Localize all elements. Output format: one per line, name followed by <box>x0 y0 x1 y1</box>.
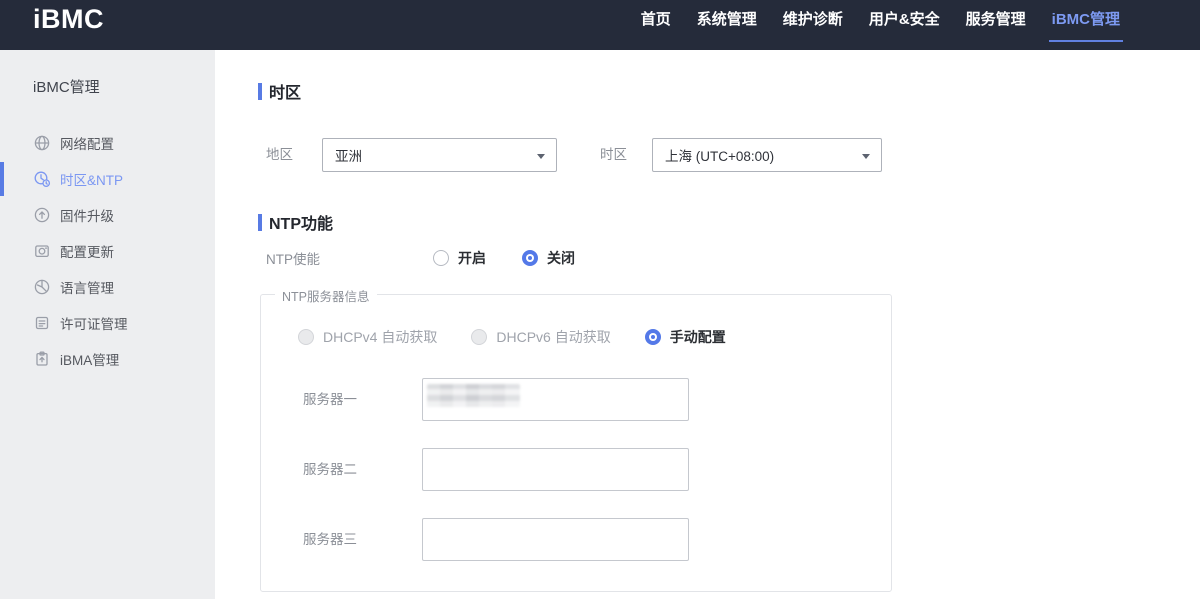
manual-config-radio[interactable] <box>645 329 661 345</box>
timezone-label: 时区 <box>600 138 627 172</box>
nav-item-user-security[interactable]: 用户&安全 <box>869 8 940 29</box>
sidebar: iBMC管理 网络配置 时区&NTP 固件升级 <box>0 50 215 599</box>
timezone-select[interactable]: 上海 (UTC+08:00) <box>652 138 882 172</box>
server-two-input[interactable] <box>422 448 689 491</box>
timezone-select-value: 上海 (UTC+08:00) <box>665 145 774 165</box>
sidebar-item-language-management[interactable]: 语言管理 <box>0 269 215 305</box>
timezone-clock-icon <box>33 170 51 188</box>
ntp-enable-row: NTP使能 开启 关闭 <box>266 248 575 268</box>
sidebar-item-config-update[interactable]: 配置更新 <box>0 233 215 269</box>
top-nav: 首页 系统管理 维护诊断 用户&安全 服务管理 iBMC管理 <box>641 8 1120 29</box>
dhcpv4-radio[interactable] <box>298 329 314 345</box>
nav-item-system[interactable]: 系统管理 <box>697 8 757 29</box>
nav-item-services[interactable]: 服务管理 <box>966 8 1026 29</box>
ntp-enable-on-label[interactable]: 开启 <box>458 248 486 268</box>
region-select[interactable]: 亚洲 <box>322 138 557 172</box>
license-document-icon <box>33 314 51 332</box>
dhcpv4-label: DHCPv4 自动获取 <box>323 327 437 347</box>
ntp-section-title: NTP功能 <box>258 210 333 234</box>
sidebar-item-label: 网络配置 <box>60 133 114 153</box>
region-select-value: 亚洲 <box>335 145 362 165</box>
sidebar-title: iBMC管理 <box>33 76 100 97</box>
sidebar-item-label: 时区&NTP <box>60 169 123 189</box>
sidebar-item-label: 配置更新 <box>60 241 114 261</box>
ntp-server-info-group: NTP服务器信息 DHCPv4 自动获取 DHCPv6 自动获取 手动配置 服务… <box>260 294 892 592</box>
ntp-enable-label: NTP使能 <box>266 248 433 268</box>
app-logo: iBMC <box>33 4 104 35</box>
ntp-server-mode-row: DHCPv4 自动获取 DHCPv6 自动获取 手动配置 <box>298 327 726 347</box>
chevron-down-icon <box>862 154 870 159</box>
sidebar-item-label: 固件升级 <box>60 205 114 225</box>
ntp-enable-off-radio[interactable] <box>522 250 538 266</box>
section-accent-bar <box>258 214 262 231</box>
sidebar-item-label: iBMA管理 <box>60 349 119 369</box>
main-content: 时区 地区 亚洲 时区 上海 (UTC+08:00) NTP功能 NTP使能 开… <box>215 50 1200 599</box>
ntp-server-info-legend: NTP服务器信息 <box>275 286 377 305</box>
dhcpv6-radio[interactable] <box>471 329 487 345</box>
globe-icon <box>33 134 51 152</box>
server-two-label: 服务器二 <box>303 448 357 491</box>
ntp-enable-off-label[interactable]: 关闭 <box>547 248 575 268</box>
sidebar-item-ibma-management[interactable]: iBMA管理 <box>0 341 215 377</box>
mode-dhcpv6: DHCPv6 自动获取 <box>471 327 610 347</box>
ntp-enable-on-radio[interactable] <box>433 250 449 266</box>
server-one-label: 服务器一 <box>303 378 357 421</box>
ibmc-page: iBMC 首页 系统管理 维护诊断 用户&安全 服务管理 iBMC管理 iBMC… <box>0 0 1200 599</box>
sidebar-item-label: 语言管理 <box>60 277 114 297</box>
server-two-row: 服务器二 <box>261 448 891 491</box>
server-three-row: 服务器三 <box>261 518 891 561</box>
chevron-down-icon <box>537 154 545 159</box>
server-one-input[interactable] <box>422 378 689 421</box>
clipboard-icon <box>33 350 51 368</box>
mode-manual: 手动配置 <box>645 327 726 347</box>
app-header: iBMC 首页 系统管理 维护诊断 用户&安全 服务管理 iBMC管理 <box>0 0 1200 50</box>
upload-circle-icon <box>33 206 51 224</box>
sidebar-item-label: 许可证管理 <box>60 313 128 333</box>
region-label: 地区 <box>266 138 293 172</box>
server-one-row: 服务器一 <box>261 378 891 421</box>
sidebar-item-network-config[interactable]: 网络配置 <box>0 125 215 161</box>
manual-config-label[interactable]: 手动配置 <box>670 327 726 347</box>
config-update-icon <box>33 242 51 260</box>
language-clock-icon <box>33 278 51 296</box>
sidebar-item-license-management[interactable]: 许可证管理 <box>0 305 215 341</box>
timezone-section-title: 时区 <box>258 79 301 103</box>
server-three-label: 服务器三 <box>303 518 357 561</box>
nav-item-ibmc-management[interactable]: iBMC管理 <box>1052 8 1120 29</box>
nav-item-maintenance[interactable]: 维护诊断 <box>783 8 843 29</box>
section-accent-bar <box>258 83 262 100</box>
sidebar-item-firmware-upgrade[interactable]: 固件升级 <box>0 197 215 233</box>
nav-item-home[interactable]: 首页 <box>641 8 671 29</box>
mode-dhcpv4: DHCPv4 自动获取 <box>298 327 437 347</box>
server-three-input[interactable] <box>422 518 689 561</box>
sidebar-item-timezone-ntp[interactable]: 时区&NTP <box>0 161 215 197</box>
dhcpv6-label: DHCPv6 自动获取 <box>496 327 610 347</box>
sidebar-menu: 网络配置 时区&NTP 固件升级 配置更新 <box>0 125 215 377</box>
